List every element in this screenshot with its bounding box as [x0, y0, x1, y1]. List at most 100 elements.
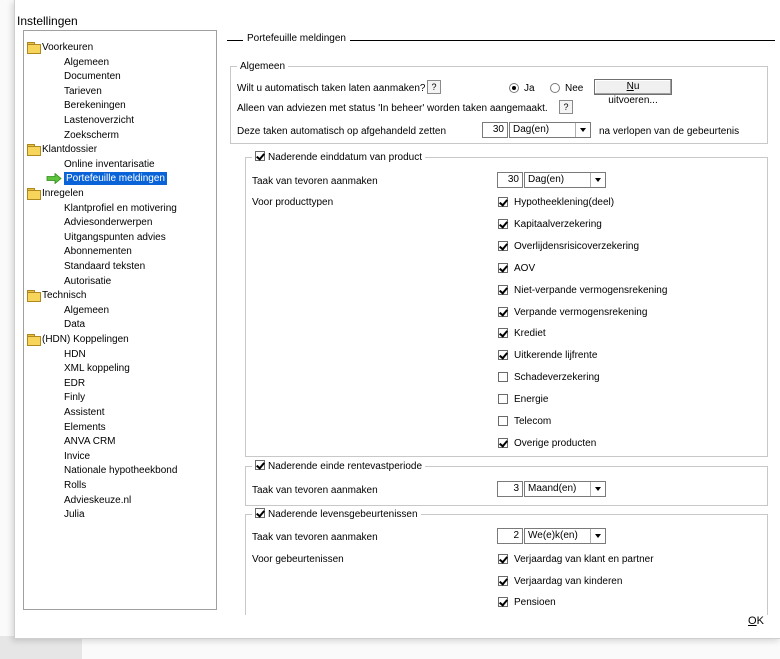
- producttype-label-1: Kapitaalverzekering: [514, 218, 602, 230]
- help-button-2[interactable]: ?: [559, 100, 573, 114]
- producttype-checkbox-7[interactable]: [498, 350, 508, 361]
- radio-nee-label: Nee: [565, 83, 584, 94]
- group-algemeen: Algemeen Wilt u automatisch taken laten …: [230, 60, 768, 144]
- chevron-down-icon[interactable]: [590, 529, 605, 543]
- tree-folder-0[interactable]: Voorkeuren: [27, 41, 93, 54]
- tree-item-13[interactable]: Uitgangspunten advies: [64, 231, 166, 244]
- producttype-checkbox-4[interactable]: [498, 284, 508, 295]
- producttype-checkbox-3[interactable]: [498, 262, 508, 273]
- group-levens-legend: Naderende levensgebeurtenissen: [252, 508, 421, 521]
- tree-item-5[interactable]: Lastenoverzicht: [64, 114, 134, 127]
- einddatum-num-input[interactable]: 30: [497, 172, 523, 188]
- help-button[interactable]: ?: [427, 80, 441, 94]
- einddatum-checkbox[interactable]: [255, 151, 265, 161]
- producttype-checkbox-11[interactable]: [498, 437, 508, 448]
- ok-button[interactable]: OK: [731, 612, 780, 630]
- tree-item-23[interactable]: EDR: [64, 377, 85, 390]
- tree-item-26[interactable]: Elements: [64, 421, 106, 434]
- tree-item-11[interactable]: Klantprofiel en motivering: [64, 202, 177, 215]
- event-checkbox-0[interactable]: [498, 554, 508, 564]
- tree-item-3[interactable]: Tarieven: [64, 85, 102, 98]
- tree-item-21[interactable]: HDN: [64, 348, 86, 361]
- tree-item-2[interactable]: Documenten: [64, 70, 121, 83]
- background-strip: [0, 636, 82, 659]
- tree-item-label: Klantprofiel en motivering: [64, 202, 177, 214]
- auto-complete-unit-value: Dag(en): [513, 124, 550, 135]
- tree-item-label: Julia: [64, 509, 85, 521]
- tree-item-9[interactable]: Portefeuille meldingen: [46, 172, 167, 186]
- tree-item-label: Klantdossier: [42, 144, 98, 156]
- ok-mnemonic: O: [748, 615, 757, 627]
- producttype-checkbox-6[interactable]: [498, 328, 508, 339]
- rentevast-unit-select[interactable]: Maand(en): [524, 481, 606, 497]
- levens-unit-select[interactable]: We(e)k(en): [524, 528, 606, 544]
- folder-icon: [27, 290, 41, 303]
- tree-item-15[interactable]: Standaard teksten: [64, 260, 145, 273]
- tree-item-28[interactable]: Invice: [64, 450, 90, 463]
- producttype-checkbox-2[interactable]: [498, 240, 508, 251]
- tree-item-27[interactable]: ANVA CRM: [64, 435, 116, 448]
- settings-tree[interactable]: Voorkeuren Algemeen Documenten Tarieven Bere…: [23, 30, 217, 610]
- producttype-checkbox-5[interactable]: [498, 306, 508, 317]
- tree-item-label: Data: [64, 319, 86, 331]
- tree-item-12[interactable]: Adviesonderwerpen: [64, 216, 152, 229]
- auto-complete-days-input[interactable]: 30: [482, 122, 508, 138]
- radio-nee[interactable]: [550, 83, 560, 93]
- tree-item-label: Zoekscherm: [64, 129, 120, 141]
- events-label: Voor gebeurtenissen: [252, 554, 344, 565]
- tree-item-31[interactable]: Advieskeuze.nl: [64, 494, 131, 507]
- producttype-checkbox-0[interactable]: [498, 197, 508, 207]
- tree-item-32[interactable]: Julia: [64, 508, 85, 521]
- tree-item-30[interactable]: Rolls: [64, 479, 86, 492]
- tree-item-19[interactable]: Data: [64, 318, 85, 331]
- tree-item-label: Adviesonderwerpen: [64, 217, 153, 229]
- tree-item-25[interactable]: Assistent: [64, 406, 105, 419]
- tree-item-14[interactable]: Abonnementen: [64, 245, 132, 258]
- panel-title: Portefeuille meldingen: [243, 33, 350, 44]
- tree-item-label: XML koppeling: [64, 363, 130, 375]
- tree-item-16[interactable]: Autorisatie: [64, 275, 111, 288]
- producttype-checkbox-8[interactable]: [498, 372, 508, 383]
- tree-item-1[interactable]: Algemeen: [64, 56, 109, 69]
- levens-num-input[interactable]: 2: [497, 528, 523, 544]
- tree-item-22[interactable]: XML koppeling: [64, 362, 130, 375]
- tree-folder-17[interactable]: Technisch: [27, 289, 86, 303]
- tree-item-6[interactable]: Zoekscherm: [64, 129, 119, 142]
- tree-item-18[interactable]: Algemeen: [64, 304, 109, 317]
- einddatum-legend-label: Naderende einddatum van product: [268, 152, 422, 163]
- einddatum-unit-select[interactable]: Dag(en): [524, 172, 606, 188]
- rentevast-unit-value: Maand(en): [528, 483, 577, 494]
- radio-ja[interactable]: [509, 83, 519, 93]
- tree-item-label: Berekeningen: [64, 100, 126, 112]
- producttype-checkbox-9[interactable]: [498, 394, 508, 405]
- auto-complete-unit-select[interactable]: Dag(en): [509, 122, 591, 138]
- chevron-down-icon[interactable]: [590, 173, 605, 187]
- producttype-label-8: Schadeverzekering: [514, 372, 600, 384]
- arrow-right-icon: [46, 173, 62, 185]
- rentevast-num-input[interactable]: 3: [497, 481, 523, 497]
- producttype-label-3: AOV: [514, 262, 536, 274]
- event-checkbox-2[interactable]: [498, 597, 508, 607]
- tree-folder-7[interactable]: Klantdossier: [27, 143, 98, 157]
- tree-item-29[interactable]: Nationale hypotheekbond: [64, 464, 177, 477]
- producttype-checkbox-10[interactable]: [498, 416, 508, 426]
- chevron-down-icon[interactable]: [590, 482, 605, 496]
- tree-item-24[interactable]: Finly: [64, 391, 85, 404]
- chevron-down-icon[interactable]: [575, 123, 590, 137]
- producttype-label-9: Energie: [514, 394, 549, 406]
- event-label-1: Verjaardag van kinderen: [514, 575, 623, 587]
- producttype-checkbox-1[interactable]: [498, 218, 508, 229]
- tree-folder-10[interactable]: Inregelen: [27, 187, 84, 200]
- auto-complete-label: Deze taken automatisch op afgehandeld ze…: [237, 126, 447, 137]
- event-checkbox-1[interactable]: [498, 575, 508, 586]
- tree-item-label: HDN: [64, 348, 86, 360]
- tree-item-label: Documenten: [64, 71, 121, 83]
- run-now-button[interactable]: Nu uitvoeren...: [594, 79, 672, 106]
- window-title: Instellingen: [17, 14, 78, 28]
- tree-folder-20[interactable]: (HDN) Koppelingen: [27, 333, 129, 346]
- tree-item-8[interactable]: Online inventarisatie: [64, 158, 155, 171]
- rentevast-checkbox[interactable]: [255, 460, 265, 470]
- levens-checkbox[interactable]: [255, 508, 265, 518]
- group-einddatum: Naderende einddatum van product Taak van…: [245, 151, 768, 457]
- tree-item-4[interactable]: Berekeningen: [64, 99, 126, 112]
